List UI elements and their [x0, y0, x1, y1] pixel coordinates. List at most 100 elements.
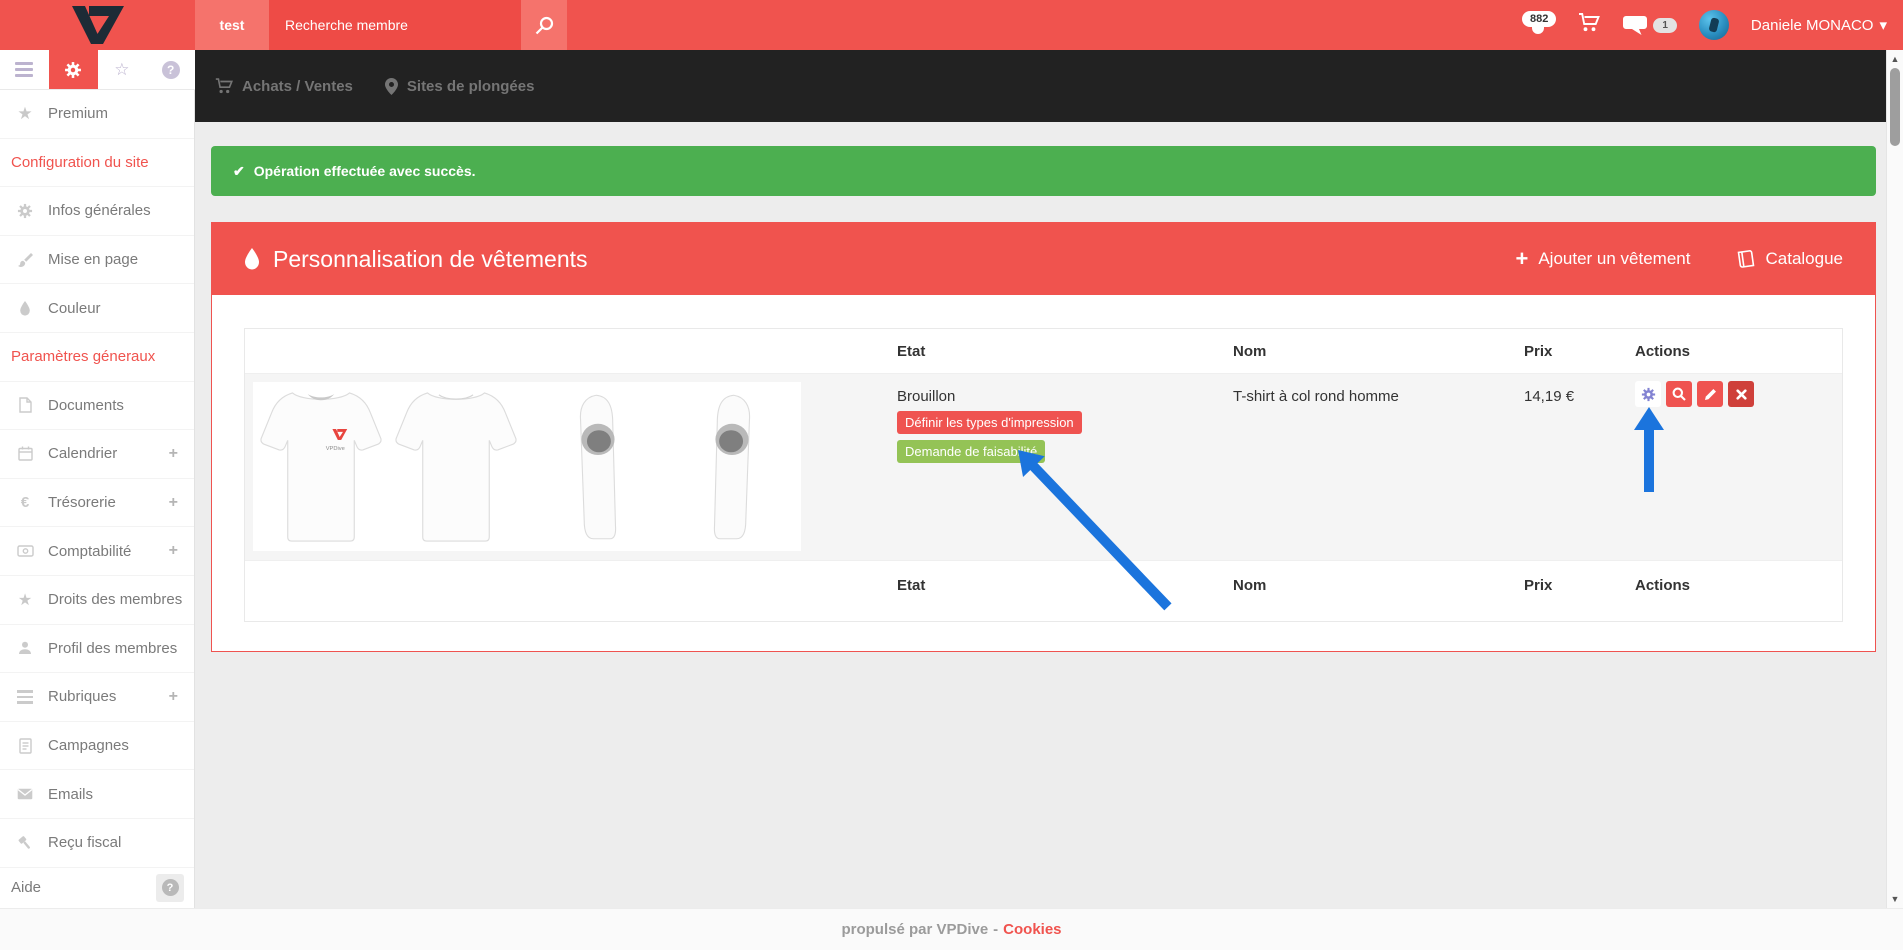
help-button[interactable]: ? — [156, 874, 184, 902]
etat-cell: Brouillon Définir les types d'impression… — [889, 374, 1225, 560]
check-icon: ✔ — [233, 163, 245, 180]
droplet-icon — [244, 248, 260, 270]
sidebar-item-premium[interactable]: ★ Premium — [0, 90, 194, 139]
sidebar-item-calendrier[interactable]: Calendrier + — [0, 430, 194, 479]
col-prix-header: Prix — [1516, 577, 1627, 594]
envelope-icon — [12, 788, 38, 800]
sidebar-item-label: Couleur — [48, 300, 101, 317]
cart-button[interactable] — [1578, 13, 1600, 37]
panel-body: Etat Nom Prix Actions — [212, 295, 1875, 651]
search-input[interactable] — [269, 0, 521, 50]
top-bar: test 882 1 Daniele MONACO ▾ — [0, 0, 1903, 50]
calendar-icon — [12, 446, 38, 461]
sidebar-mode-tabs: ☆ ? — [0, 50, 195, 90]
sidebar-item-label: Trésorerie — [48, 494, 116, 511]
col-etat-header: Etat — [889, 577, 1225, 594]
tshirt-views-image: VPDive — [253, 382, 801, 551]
view-action-button[interactable] — [1666, 381, 1692, 407]
nav-label: Achats / Ventes — [242, 78, 353, 95]
svg-text:VPDive: VPDive — [326, 446, 345, 452]
sidebar-item-label: Documents — [48, 397, 124, 414]
configure-action-button[interactable] — [1635, 381, 1661, 407]
cart-icon — [215, 78, 233, 94]
edit-action-button[interactable] — [1697, 381, 1723, 407]
messages-button[interactable]: 1 — [1622, 15, 1677, 36]
cart-icon — [1578, 13, 1600, 32]
sidebar-item-label: Calendrier — [48, 445, 117, 462]
expand-plus-icon[interactable]: + — [169, 494, 178, 512]
map-pin-icon — [385, 78, 398, 95]
sidebar-item-profil-des-membres[interactable]: Profil des membres — [0, 625, 194, 674]
sidebar-item-label: Profil des membres — [48, 640, 177, 657]
user-name-label: Daniele MONACO — [1751, 17, 1874, 34]
delete-action-button[interactable] — [1728, 381, 1754, 407]
col-prix-header: Prix — [1516, 343, 1627, 360]
sidebar-item-tresorerie[interactable]: € Trésorerie + — [0, 479, 194, 528]
sidebar-item-label: Premium — [48, 105, 108, 122]
print-types-badge[interactable]: Définir les types d'impression — [897, 411, 1082, 434]
tab-settings[interactable] — [49, 50, 98, 89]
tab-favorites[interactable]: ☆ — [98, 50, 147, 89]
pencil-icon — [1704, 388, 1717, 401]
col-etat-header: Etat — [889, 343, 1225, 360]
scroll-down-arrow[interactable]: ▼ — [1887, 894, 1903, 904]
sidebar-item-couleur[interactable]: Couleur — [0, 284, 194, 333]
nav-achats-ventes[interactable]: Achats / Ventes — [215, 78, 353, 95]
app-logo[interactable] — [0, 0, 195, 50]
sidebar-item-label: Droits des membres — [48, 591, 182, 608]
sidebar-item-documents[interactable]: Documents — [0, 382, 194, 431]
search-icon — [535, 16, 554, 35]
feasibility-badge[interactable]: Demande de faisabilité — [897, 440, 1045, 463]
catalogue-button[interactable]: Catalogue — [1736, 248, 1843, 270]
sidebar-item-label: Reçu fiscal — [48, 834, 121, 851]
euro-icon: € — [12, 494, 38, 511]
sidebar-item-comptabilite[interactable]: Comptabilité + — [0, 527, 194, 576]
tab-help[interactable]: ? — [146, 50, 195, 89]
sidebar-item-recu-fiscal[interactable]: Reçu fiscal — [0, 819, 194, 868]
expand-plus-icon[interactable]: + — [169, 688, 178, 706]
gear-icon — [64, 61, 82, 79]
col-nom-header: Nom — [1225, 577, 1516, 594]
user-avatar[interactable] — [1699, 10, 1729, 40]
sidebar-item-label: Mise en page — [48, 251, 138, 268]
tab-menu[interactable] — [0, 50, 49, 89]
add-garment-button[interactable]: + Ajouter un vêtement — [1515, 248, 1690, 270]
sidebar-item-droits-des-membres[interactable]: ★ Droits des membres — [0, 576, 194, 625]
nom-cell: T-shirt à col rond homme — [1225, 374, 1516, 560]
brush-icon — [12, 252, 38, 268]
topbar-right: 882 1 Daniele MONACO ▾ — [1522, 0, 1903, 50]
site-tab[interactable]: test — [195, 0, 269, 50]
powered-by-label: propulsé par VPDive — [841, 921, 988, 938]
notification-bubble[interactable]: 882 — [1522, 11, 1556, 27]
question-icon: ? — [162, 879, 179, 896]
nav-sites-de-plongees[interactable]: Sites de plongées — [385, 78, 535, 95]
scrollbar-thumb[interactable] — [1890, 68, 1900, 146]
sidebar-item-infos-generales[interactable]: Infos générales — [0, 187, 194, 236]
sidebar-item-aide: Aide ? — [0, 868, 194, 908]
search-button[interactable] — [521, 0, 567, 50]
expand-plus-icon[interactable]: + — [169, 542, 178, 560]
vertical-scrollbar[interactable]: ▲ ▼ — [1886, 50, 1903, 908]
vpdive-logo-icon — [72, 6, 124, 44]
star-outline-icon: ☆ — [114, 60, 129, 80]
user-icon — [12, 641, 38, 655]
expand-plus-icon[interactable]: + — [169, 445, 178, 463]
messages-count-badge: 1 — [1653, 18, 1677, 33]
prix-cell: 14,19 € — [1516, 374, 1627, 560]
sidebar-section-configuration: Configuration du site — [0, 139, 194, 188]
sidebar-item-campagnes[interactable]: Campagnes — [0, 722, 194, 771]
product-image[interactable]: VPDive — [253, 382, 801, 551]
sidebar-item-label: Rubriques — [48, 688, 116, 705]
add-garment-label: Ajouter un vêtement — [1538, 249, 1690, 269]
cookies-link[interactable]: Cookies — [1003, 921, 1061, 938]
panel-title: Personnalisation de vêtements — [273, 246, 588, 273]
catalogue-label: Catalogue — [1765, 249, 1843, 269]
scroll-up-arrow[interactable]: ▲ — [1887, 54, 1903, 64]
star-icon: ★ — [12, 590, 38, 610]
sidebar-item-mise-en-page[interactable]: Mise en page — [0, 236, 194, 285]
user-menu[interactable]: Daniele MONACO ▾ — [1751, 16, 1887, 34]
sidebar-item-rubriques[interactable]: Rubriques + — [0, 673, 194, 722]
chat-icon — [1622, 15, 1649, 36]
sidebar-item-emails[interactable]: Emails — [0, 770, 194, 819]
chevron-down-icon: ▾ — [1879, 16, 1887, 34]
